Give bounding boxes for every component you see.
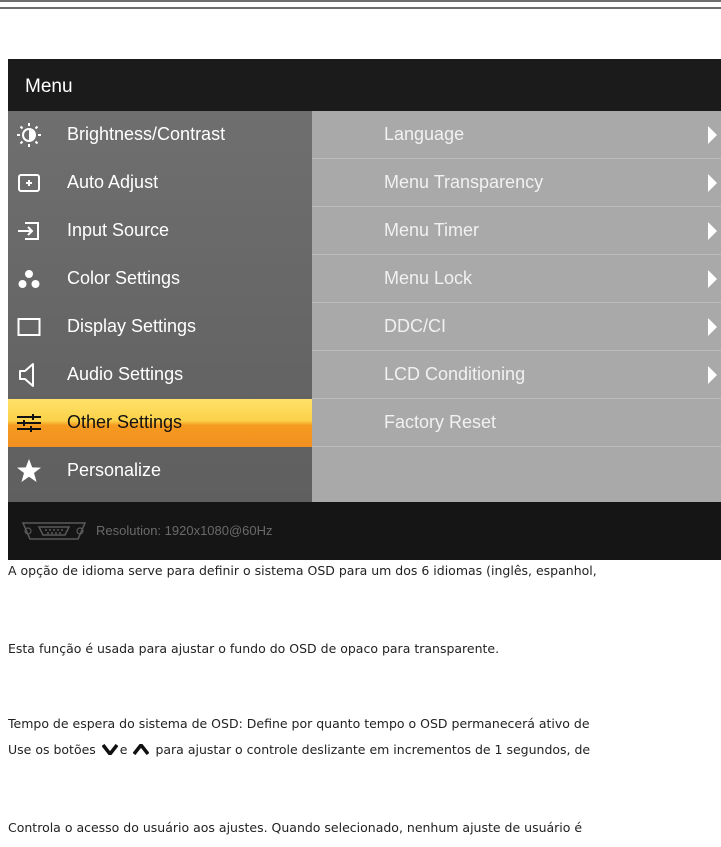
timer-description-line2: Use os botões e para ajustar o controle … — [8, 742, 590, 758]
menu-item-other-settings[interactable]: Other Settings — [8, 399, 312, 447]
menu-item-personalize[interactable]: Personalize — [8, 447, 312, 495]
arrow-right-icon — [708, 126, 717, 144]
page-top-rule — [0, 0, 721, 9]
other-settings-icon — [16, 411, 42, 435]
menu-item-brightness-contrast[interactable]: Brightness/Contrast — [8, 111, 312, 159]
menu-item-label: Personalize — [67, 460, 162, 480]
timer-description-suffix: para ajustar o controle deslizante em in… — [155, 742, 591, 757]
submenu-item-empty — [312, 447, 721, 495]
osd-status-bar: Resolution: 1920x1080@60Hz — [8, 502, 721, 560]
menu-lock-description: Controla o acesso do usuário aos ajustes… — [8, 820, 583, 835]
submenu-item-label: Menu Lock — [384, 268, 473, 288]
timer-description-prefix: Use os botões — [8, 742, 96, 757]
submenu-panel: Language Menu Transparency Menu Timer Me… — [312, 111, 721, 502]
arrow-right-icon — [708, 174, 717, 192]
color-settings-icon — [16, 267, 42, 291]
chevron-up-icon — [133, 742, 150, 758]
submenu-item-language[interactable]: Language — [312, 111, 721, 159]
menu-item-label: Brightness/Contrast — [67, 124, 226, 144]
display-settings-icon — [16, 315, 42, 339]
menu-item-label: Input Source — [67, 220, 170, 240]
menu-item-color-settings[interactable]: Color Settings — [8, 255, 312, 303]
menu-item-input-source[interactable]: Input Source — [8, 207, 312, 255]
arrow-right-icon — [708, 222, 717, 240]
language-description: A opção de idioma serve para definir o s… — [8, 563, 597, 578]
osd-title: Menu — [8, 59, 721, 111]
submenu-item-menu-timer[interactable]: Menu Timer — [312, 207, 721, 255]
submenu-item-label: Factory Reset — [384, 412, 497, 432]
menu-item-label: Audio Settings — [67, 364, 184, 384]
submenu-item-label: Menu Transparency — [384, 172, 544, 192]
menu-item-label: Display Settings — [67, 316, 197, 336]
submenu-item-menu-transparency[interactable]: Menu Transparency — [312, 159, 721, 207]
osd-menu: Menu Brightness/Contrast Auto Adjust Inp… — [8, 59, 721, 560]
submenu-item-factory-reset[interactable]: Factory Reset — [312, 399, 721, 447]
auto-adjust-icon — [16, 171, 42, 195]
brightness-icon — [16, 123, 42, 147]
star-icon — [16, 459, 42, 483]
menu-item-label: Color Settings — [67, 268, 181, 288]
speaker-icon — [16, 363, 42, 387]
submenu-item-ddc-ci[interactable]: DDC/CI — [312, 303, 721, 351]
submenu-item-lcd-conditioning[interactable]: LCD Conditioning — [312, 351, 721, 399]
timer-description-line1: Tempo de espera do sistema de OSD: Defin… — [8, 716, 590, 731]
arrow-right-icon — [708, 318, 717, 336]
submenu-item-menu-lock[interactable]: Menu Lock — [312, 255, 721, 303]
menu-item-label: Other Settings — [67, 412, 183, 432]
menu-item-auto-adjust[interactable]: Auto Adjust — [8, 159, 312, 207]
arrow-right-icon — [708, 270, 717, 288]
resolution-text: Resolution: 1920x1080@60Hz — [96, 523, 273, 538]
transparency-description: Esta função é usada para ajustar o fundo… — [8, 641, 500, 656]
submenu-item-label: Menu Timer — [384, 220, 480, 240]
timer-description-and: e — [119, 742, 128, 757]
arrow-right-icon — [708, 366, 717, 384]
submenu-item-label: LCD Conditioning — [384, 364, 526, 384]
menu-item-label: Auto Adjust — [67, 172, 159, 192]
chevron-down-icon — [101, 743, 119, 758]
input-source-icon — [16, 219, 42, 243]
submenu-item-label: DDC/CI — [384, 316, 446, 336]
vga-connector-icon — [20, 521, 88, 545]
menu-item-display-settings[interactable]: Display Settings — [8, 303, 312, 351]
main-menu-panel: Brightness/Contrast Auto Adjust Input So… — [8, 111, 312, 502]
menu-item-audio-settings[interactable]: Audio Settings — [8, 351, 312, 399]
submenu-item-label: Language — [384, 124, 465, 144]
